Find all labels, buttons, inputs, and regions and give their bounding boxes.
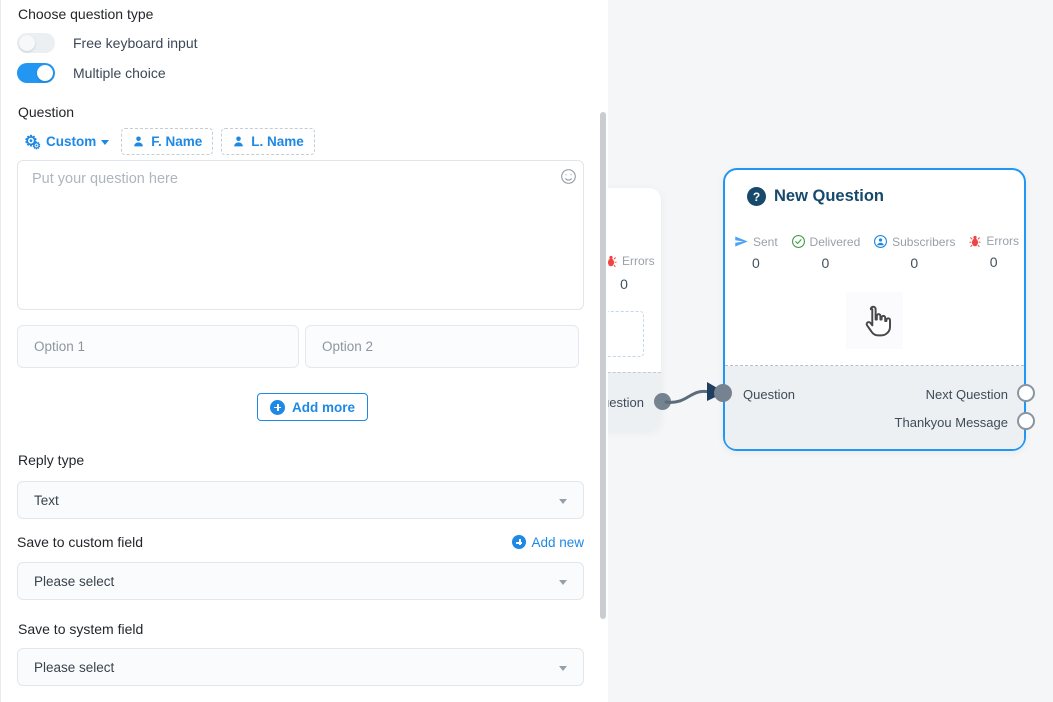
stat-delivered-label: Delivered [810, 235, 861, 249]
stat-subscribers: Subscribers 0 [873, 234, 955, 271]
stat-subscribers-label: Subscribers [892, 235, 955, 249]
input-port-label: Question [743, 387, 795, 402]
free-keyboard-input-label: Free keyboard input [73, 35, 198, 51]
option-1-input[interactable] [17, 325, 299, 368]
stat-delivered: Delivered 0 [791, 234, 861, 271]
stat-sent-label: Sent [753, 235, 778, 249]
chevron-down-icon [559, 666, 567, 671]
person-icon [132, 135, 145, 148]
flow-canvas[interactable]: Errors 0 uestion ? New Question [608, 0, 1053, 702]
node-stats-row: Sent 0 Delivered 0 [734, 234, 1019, 271]
flow-builder-screen: Choose question type Free keyboard input… [0, 0, 1053, 702]
cursor-hover-area [846, 292, 903, 349]
check-circle-icon [791, 234, 806, 249]
node-header: ? New Question [747, 187, 884, 206]
reply-type-select[interactable]: Text [17, 481, 584, 519]
node-title: New Question [774, 187, 884, 206]
stat-errors-value: 0 [990, 254, 998, 270]
free-keyboard-input-toggle[interactable] [17, 33, 55, 53]
hand-pointer-cursor-icon [857, 303, 893, 339]
next-question-port-label: Next Question [926, 387, 1008, 402]
plus-circle-icon [270, 400, 285, 415]
chevron-down-icon [559, 580, 567, 585]
save-custom-field-row: Save to custom field Add new [17, 534, 584, 550]
save-custom-field-select[interactable]: Please select [17, 562, 584, 600]
add-more-label: Add more [292, 400, 355, 415]
chevron-down-icon [101, 140, 109, 145]
choose-question-type-label: Choose question type [18, 6, 153, 22]
custom-dropdown-label: Custom [46, 134, 96, 149]
toggle-knob [37, 65, 53, 81]
multiple-choice-label: Multiple choice [73, 65, 166, 81]
panel-scrollbar-thumb[interactable] [600, 112, 606, 619]
bug-icon [968, 234, 982, 248]
merge-tags-row: ⚙⚙ Custom F. Name L. Name [17, 128, 315, 155]
lname-tag-label: L. Name [251, 134, 304, 149]
save-system-field-select[interactable]: Please select [17, 648, 584, 686]
question-text-input[interactable] [17, 160, 584, 310]
stat-sent-value: 0 [752, 255, 760, 271]
option-2-input[interactable] [305, 325, 579, 368]
question-section-label: Question [18, 104, 74, 120]
bug-icon [608, 254, 618, 268]
next-question-output-port[interactable] [1017, 384, 1035, 402]
add-new-label: Add new [531, 535, 584, 550]
question-config-panel: Choose question type Free keyboard input… [0, 0, 598, 702]
lname-tag-button[interactable]: L. Name [221, 128, 315, 155]
new-question-node[interactable]: ? New Question Sent 0 [723, 168, 1026, 451]
add-more-button[interactable]: Add more [257, 393, 368, 421]
save-system-field-value: Please select [34, 660, 559, 675]
multiple-choice-row: Multiple choice [17, 63, 166, 83]
hidden-node-errors-label: Errors [622, 254, 655, 268]
hidden-node-errors-value: 0 [608, 276, 644, 292]
add-new-custom-field-link[interactable]: Add new [512, 535, 584, 550]
question-badge-icon: ? [747, 187, 766, 206]
hidden-node-port-label: uestion [608, 395, 644, 410]
question-input-port[interactable] [714, 384, 732, 402]
hidden-question-node[interactable]: Errors 0 uestion [608, 188, 661, 430]
emoji-picker-icon[interactable] [560, 168, 577, 190]
stat-subscribers-value: 0 [910, 255, 918, 271]
send-icon [734, 234, 749, 249]
fname-tag-label: F. Name [151, 134, 202, 149]
stat-delivered-value: 0 [822, 255, 830, 271]
node-ports-footer: Question Next Question Thankyou Message [725, 366, 1024, 449]
hidden-node-option-slot[interactable] [608, 311, 644, 357]
thankyou-message-port-label: Thankyou Message [895, 415, 1008, 430]
stat-sent: Sent 0 [734, 234, 778, 271]
hidden-node-errors-stat: Errors [608, 254, 655, 268]
gears-icon: ⚙⚙ [21, 134, 41, 150]
toggle-knob [19, 35, 35, 51]
reply-type-label: Reply type [18, 452, 84, 468]
subscriber-icon [873, 234, 888, 249]
plus-circle-icon [512, 535, 526, 549]
hidden-node-output-port[interactable] [654, 393, 671, 410]
fname-tag-button[interactable]: F. Name [121, 128, 213, 155]
free-keyboard-input-row: Free keyboard input [17, 33, 198, 53]
reply-type-value: Text [34, 493, 559, 508]
person-icon [232, 135, 245, 148]
stat-errors: Errors 0 [968, 234, 1019, 271]
chevron-down-icon [559, 499, 567, 504]
save-custom-field-label: Save to custom field [17, 534, 143, 550]
multiple-choice-toggle[interactable] [17, 63, 55, 83]
thankyou-message-output-port[interactable] [1017, 412, 1035, 430]
stat-errors-label: Errors [986, 234, 1019, 248]
custom-fields-dropdown[interactable]: ⚙⚙ Custom [17, 132, 113, 152]
save-custom-field-value: Please select [34, 574, 559, 589]
save-system-field-label: Save to system field [18, 621, 143, 637]
